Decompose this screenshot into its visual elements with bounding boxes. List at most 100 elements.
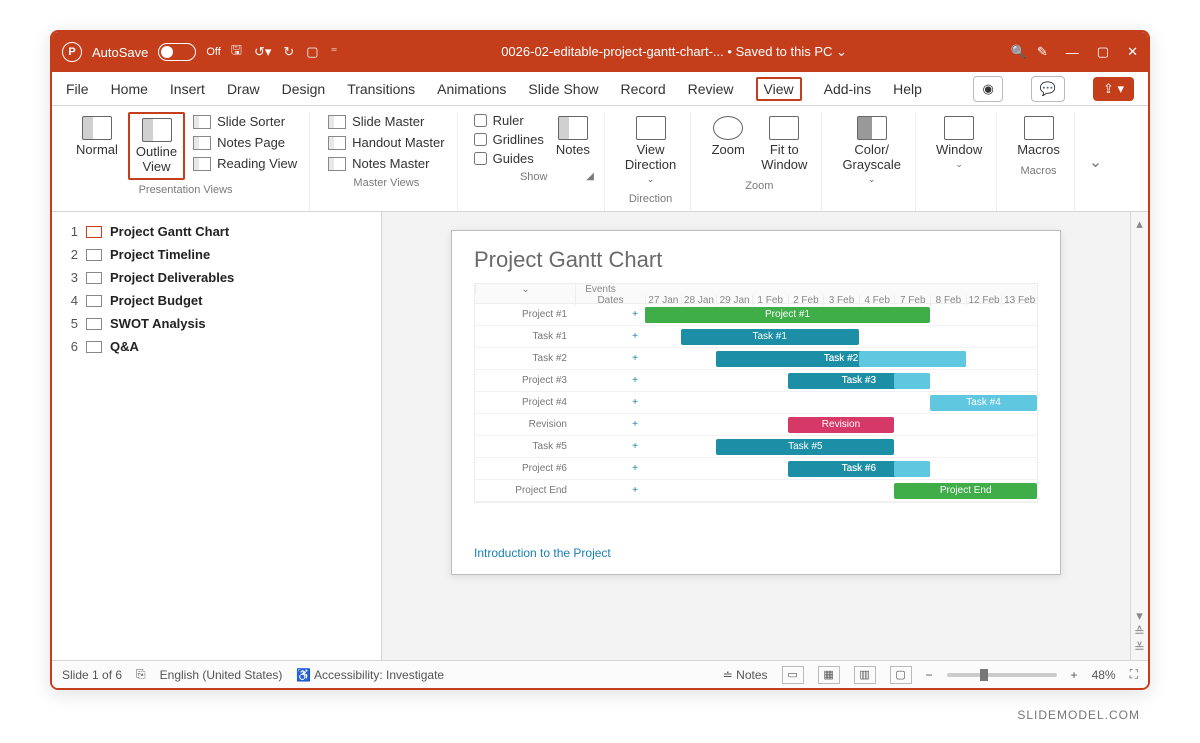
notes-button[interactable]: Notes xyxy=(550,112,596,161)
zoom-slider[interactable] xyxy=(947,673,1057,677)
comments-button[interactable]: 💬 xyxy=(1031,76,1065,102)
handout-master-button[interactable]: Handout Master xyxy=(324,133,449,152)
tab-animations[interactable]: Animations xyxy=(437,81,506,97)
tab-design[interactable]: Design xyxy=(282,81,326,97)
add-icon[interactable]: + xyxy=(625,309,645,320)
guides-checkbox[interactable]: Guides xyxy=(472,150,546,167)
notes-toggle[interactable]: ≐ Notes xyxy=(723,668,768,682)
outline-item[interactable]: 6Q&A xyxy=(62,335,371,358)
chevron-down-icon[interactable]: ⌄ xyxy=(836,44,847,59)
ribbon-tabs: File Home Insert Draw Design Transitions… xyxy=(52,72,1148,106)
slide-canvas[interactable]: Project Gantt Chart ⌄ Events Dates 27 Ja… xyxy=(382,212,1130,660)
vertical-scrollbar[interactable]: ▴ ▾ ≙ ≚ xyxy=(1130,212,1148,660)
accessibility-status[interactable]: ♿ Accessibility: Investigate xyxy=(296,668,444,682)
group-show: Ruler Gridlines Guides Notes Show ◢ xyxy=(464,112,605,211)
tab-review[interactable]: Review xyxy=(688,81,734,97)
scroll-down-icon[interactable]: ▾ xyxy=(1136,608,1143,624)
save-icon[interactable]: 🖫 xyxy=(231,41,242,63)
notes-page-button[interactable]: Notes Page xyxy=(189,133,301,152)
fit-to-window-button[interactable]: Fit to Window xyxy=(755,112,813,176)
outline-item[interactable]: 5SWOT Analysis xyxy=(62,312,371,335)
zoom-button[interactable]: Zoom xyxy=(705,112,751,161)
qat-more-icon[interactable]: ⁼ xyxy=(331,44,338,60)
reading-view-icon[interactable]: ▥ xyxy=(854,666,876,684)
outline-item[interactable]: 1Project Gantt Chart xyxy=(62,220,371,243)
outline-item[interactable]: 4Project Budget xyxy=(62,289,371,312)
spellcheck-icon[interactable]: ⎘ xyxy=(136,667,146,682)
add-icon[interactable]: + xyxy=(625,331,645,342)
window-button[interactable]: Window ⌄ xyxy=(930,112,988,174)
normal-view-button[interactable]: Normal xyxy=(70,112,124,161)
share-button[interactable]: ⇪ ▾ xyxy=(1093,77,1134,101)
chevron-down-icon: ⌄ xyxy=(647,174,655,185)
normal-view-icon xyxy=(82,116,112,140)
undo-icon[interactable]: ↺▾ xyxy=(254,44,271,60)
document-title[interactable]: 0026-02-editable-project-gantt-chart-...… xyxy=(347,44,1000,60)
tab-addins[interactable]: Add-ins xyxy=(824,81,871,97)
fit-slide-icon[interactable]: ⛶ xyxy=(1130,667,1138,682)
add-icon[interactable]: + xyxy=(625,397,645,408)
normal-view-icon[interactable]: ▭ xyxy=(782,666,804,684)
search-icon[interactable]: 🔍 xyxy=(1011,44,1027,60)
ribbon: Normal Outline View Slide Sorter Notes P… xyxy=(52,106,1148,212)
tab-file[interactable]: File xyxy=(66,81,89,97)
color-grayscale-button[interactable]: Color/ Grayscale ⌄ xyxy=(836,112,907,189)
maximize-button[interactable]: ▢ xyxy=(1097,44,1109,60)
outline-item[interactable]: 2Project Timeline xyxy=(62,243,371,266)
add-icon[interactable]: + xyxy=(625,375,645,386)
zoom-out-button[interactable]: − xyxy=(926,668,933,682)
notes-master-icon xyxy=(328,157,346,171)
slide-thumb-icon xyxy=(86,226,102,238)
add-icon[interactable]: + xyxy=(625,419,645,430)
add-icon[interactable]: + xyxy=(625,353,645,364)
slide-master-button[interactable]: Slide Master xyxy=(324,112,449,131)
slide-sorter-button[interactable]: Slide Sorter xyxy=(189,112,301,131)
gantt-col-expand[interactable]: ⌄ xyxy=(475,284,575,295)
ruler-checkbox[interactable]: Ruler xyxy=(472,112,546,129)
tab-view[interactable]: View xyxy=(756,77,802,101)
redo-icon[interactable]: ↻ xyxy=(283,44,294,60)
reading-view-button[interactable]: Reading View xyxy=(189,154,301,173)
zoom-in-button[interactable]: + xyxy=(1071,668,1078,682)
group-master-views: Slide Master Handout Master Notes Master… xyxy=(316,112,458,211)
tab-record[interactable]: Record xyxy=(620,81,665,97)
slide-counter[interactable]: Slide 1 of 6 xyxy=(62,668,122,682)
tab-slide-show[interactable]: Slide Show xyxy=(528,81,598,97)
tab-draw[interactable]: Draw xyxy=(227,81,260,97)
ribbon-collapse-icon[interactable]: ⌄ xyxy=(1089,152,1110,172)
window-controls: ✎ — ▢ ✕ xyxy=(1037,44,1138,60)
tab-insert[interactable]: Insert xyxy=(170,81,205,97)
slide-sorter-view-icon[interactable]: ▦ xyxy=(818,666,840,684)
scroll-up-icon[interactable]: ▴ xyxy=(1136,216,1143,232)
add-icon[interactable]: + xyxy=(625,485,645,496)
macros-button[interactable]: Macros xyxy=(1011,112,1066,161)
tab-transitions[interactable]: Transitions xyxy=(347,81,415,97)
autosave-toggle[interactable] xyxy=(158,43,196,61)
color-grayscale-icon xyxy=(857,116,887,140)
group-color: Color/ Grayscale ⌄ xyxy=(828,112,916,211)
present-icon[interactable]: ▢ xyxy=(306,44,318,60)
pen-icon[interactable]: ✎ xyxy=(1037,44,1048,60)
tab-help[interactable]: Help xyxy=(893,81,922,97)
gantt-row: Project End+Project End xyxy=(475,480,1037,502)
gantt-row: Project #3+Task #3Task #3 xyxy=(475,370,1037,392)
language-status[interactable]: English (United States) xyxy=(160,668,283,682)
outline-pane[interactable]: 1Project Gantt Chart2Project Timeline3Pr… xyxy=(52,212,382,660)
notes-master-button[interactable]: Notes Master xyxy=(324,154,449,173)
show-launcher-icon[interactable]: ◢ xyxy=(586,171,594,182)
outline-item[interactable]: 3Project Deliverables xyxy=(62,266,371,289)
tab-home[interactable]: Home xyxy=(111,81,148,97)
zoom-level[interactable]: 48% xyxy=(1092,668,1116,682)
view-direction-button[interactable]: View Direction ⌄ xyxy=(619,112,682,189)
slide-footer-link[interactable]: Introduction to the Project xyxy=(474,546,611,560)
camera-button[interactable]: ◉ xyxy=(973,76,1002,102)
prev-slide-icon[interactable]: ≙ xyxy=(1134,624,1145,640)
outline-view-button[interactable]: Outline View xyxy=(128,112,185,180)
close-button[interactable]: ✕ xyxy=(1127,44,1138,60)
minimize-button[interactable]: — xyxy=(1066,45,1079,60)
add-icon[interactable]: + xyxy=(625,441,645,452)
gridlines-checkbox[interactable]: Gridlines xyxy=(472,131,546,148)
slideshow-view-icon[interactable]: ▢ xyxy=(890,666,912,684)
next-slide-icon[interactable]: ≚ xyxy=(1134,640,1145,656)
add-icon[interactable]: + xyxy=(625,463,645,474)
